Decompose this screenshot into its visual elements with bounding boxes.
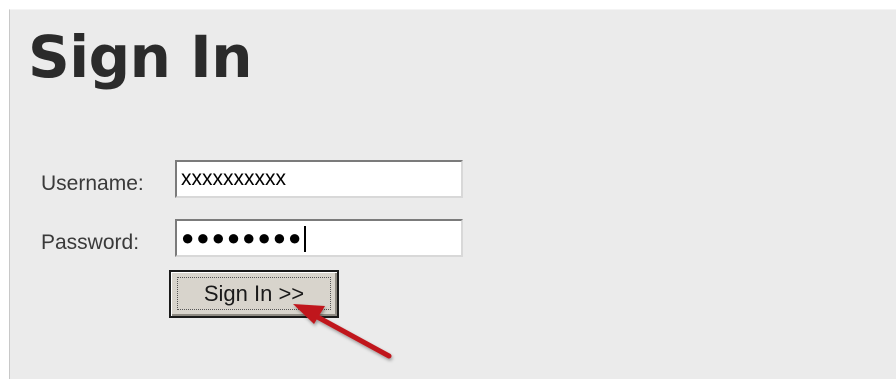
annotation-arrow-shaft bbox=[309, 311, 392, 359]
annotation-arrow-icon bbox=[293, 304, 392, 359]
